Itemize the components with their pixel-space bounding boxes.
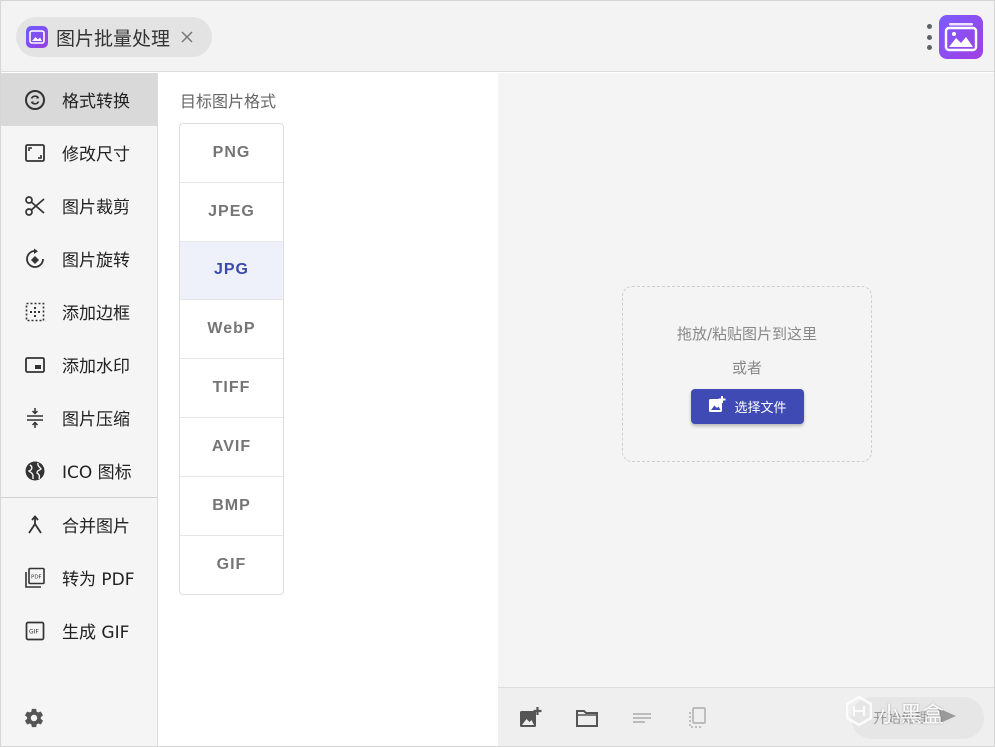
pdf-icon: PDF bbox=[23, 566, 47, 590]
sidebar-item-label: 图片旋转 bbox=[62, 251, 130, 271]
format-option-webp[interactable]: WebP bbox=[180, 300, 283, 360]
format-panel: 目标图片格式 PNG JPEG JPG WebP TIFF AVIF BMP G… bbox=[159, 73, 498, 746]
add-image-icon bbox=[708, 395, 726, 418]
image-icon bbox=[26, 26, 48, 48]
rotate-icon bbox=[23, 247, 47, 271]
sidebar-item-ico[interactable]: ICO 图标 bbox=[1, 444, 157, 497]
sidebar-item-label: 图片压缩 bbox=[62, 410, 130, 430]
app-window: 图片批量处理 格式转换 修改尺寸 图片裁剪 图片旋转 添加边框 添加水印 图片压… bbox=[0, 0, 995, 747]
globe-icon bbox=[23, 459, 47, 483]
sidebar-item-rotate[interactable]: 图片旋转 bbox=[1, 232, 157, 285]
watermark-icon bbox=[23, 353, 47, 377]
drop-zone[interactable]: 拖放/粘贴图片到这里 或者 选择文件 bbox=[622, 286, 872, 462]
bottom-toolbar: 开始处理 bbox=[498, 687, 994, 746]
svg-text:PDF: PDF bbox=[31, 574, 42, 580]
copy-icon[interactable] bbox=[686, 706, 710, 730]
sidebar-item-label: 添加水印 bbox=[62, 357, 130, 377]
svg-text:GIF: GIF bbox=[29, 628, 39, 635]
sidebar-item-label: 图片裁剪 bbox=[62, 198, 130, 218]
format-option-png[interactable]: PNG bbox=[180, 124, 283, 183]
sidebar-item-label: ICO 图标 bbox=[62, 463, 132, 483]
format-panel-title: 目标图片格式 bbox=[180, 92, 277, 111]
format-option-avif[interactable]: AVIF bbox=[180, 418, 283, 477]
sidebar-item-compress[interactable]: 图片压缩 bbox=[1, 391, 157, 444]
choose-file-button[interactable]: 选择文件 bbox=[691, 389, 804, 424]
format-option-bmp[interactable]: BMP bbox=[180, 477, 283, 536]
tab-title: 图片批量处理 bbox=[56, 27, 171, 50]
scissors-icon bbox=[23, 194, 47, 218]
list-icon[interactable] bbox=[630, 706, 654, 730]
sidebar: 格式转换 修改尺寸 图片裁剪 图片旋转 添加边框 添加水印 图片压缩 ICO 图… bbox=[1, 73, 158, 746]
close-icon[interactable] bbox=[178, 28, 196, 46]
compress-icon bbox=[23, 406, 47, 430]
app-logo-icon bbox=[939, 15, 983, 59]
sidebar-item-label: 格式转换 bbox=[62, 92, 130, 112]
sidebar-item-label: 合并图片 bbox=[62, 517, 130, 537]
drop-area[interactable]: 拖放/粘贴图片到这里 或者 选择文件 bbox=[498, 73, 994, 687]
border-icon bbox=[23, 300, 47, 324]
sidebar-item-gif[interactable]: GIF 生成 GIF bbox=[1, 604, 157, 657]
drop-hint-text: 拖放/粘贴图片到这里 bbox=[676, 325, 818, 343]
sync-icon bbox=[23, 88, 47, 112]
format-option-tiff[interactable]: TIFF bbox=[180, 359, 283, 418]
top-bar: 图片批量处理 bbox=[1, 1, 994, 72]
tab-image-batch[interactable]: 图片批量处理 bbox=[16, 17, 212, 57]
sidebar-item-border[interactable]: 添加边框 bbox=[1, 285, 157, 338]
merge-icon bbox=[23, 513, 47, 537]
format-option-jpg[interactable]: JPG bbox=[180, 241, 283, 301]
start-process-label: 开始处理 bbox=[873, 711, 929, 727]
drop-or-text: 或者 bbox=[731, 359, 762, 377]
send-icon bbox=[937, 707, 957, 729]
add-image-icon[interactable] bbox=[518, 706, 542, 730]
sidebar-item-label: 修改尺寸 bbox=[62, 145, 130, 165]
sidebar-item-pdf[interactable]: PDF 转为 PDF bbox=[1, 551, 157, 604]
start-process-button[interactable]: 开始处理 bbox=[851, 697, 984, 739]
format-option-jpeg[interactable]: JPEG bbox=[180, 183, 283, 242]
folder-icon[interactable] bbox=[575, 706, 599, 730]
sidebar-item-watermark[interactable]: 添加水印 bbox=[1, 338, 157, 391]
more-menu-icon[interactable] bbox=[921, 21, 937, 53]
sidebar-item-crop[interactable]: 图片裁剪 bbox=[1, 179, 157, 232]
choose-file-label: 选择文件 bbox=[734, 401, 787, 416]
format-list: PNG JPEG JPG WebP TIFF AVIF BMP GIF bbox=[179, 123, 284, 596]
sidebar-item-label: 生成 GIF bbox=[62, 623, 130, 643]
gif-icon: GIF bbox=[23, 619, 47, 643]
sidebar-item-resize[interactable]: 修改尺寸 bbox=[1, 126, 157, 179]
resize-icon bbox=[23, 141, 47, 165]
format-option-gif[interactable]: GIF bbox=[180, 536, 283, 595]
sidebar-item-label: 转为 PDF bbox=[62, 570, 135, 590]
sidebar-item-format-convert[interactable]: 格式转换 bbox=[1, 73, 157, 126]
gear-icon[interactable] bbox=[21, 705, 47, 731]
sidebar-item-merge[interactable]: 合并图片 bbox=[1, 498, 157, 551]
sidebar-item-label: 添加边框 bbox=[62, 304, 130, 324]
